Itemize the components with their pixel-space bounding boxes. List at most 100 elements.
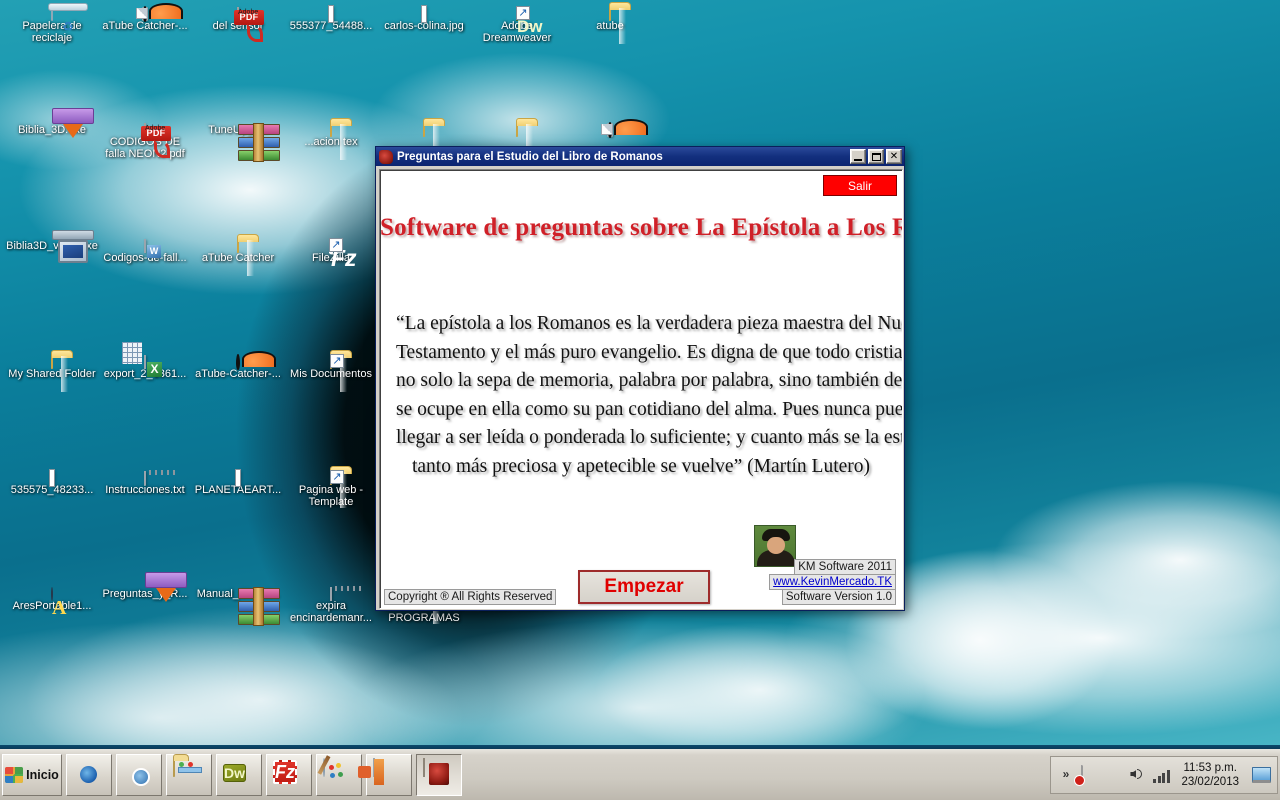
show-hidden-icons-icon[interactable]: »	[1057, 766, 1074, 783]
desktop-icon-manual-chrysl[interactable]: Manual_Chrysl...	[192, 587, 284, 626]
dreamweaver-icon: Dw	[223, 763, 246, 782]
taskbar-button-paint[interactable]	[316, 753, 362, 796]
taskbar-button-filezilla[interactable]: Fz	[266, 753, 312, 796]
taskbar-app-list: Dw Fz	[66, 753, 466, 796]
desktop-icon-instrucciones-txt[interactable]: Instrucciones.txt	[99, 470, 191, 496]
desktop-icon-carlos-colina-jpg[interactable]: carlos-colina.jpg	[378, 6, 470, 32]
clock[interactable]: 11:53 p.m. 23/02/2013	[1177, 761, 1243, 789]
folder-icon	[330, 123, 332, 137]
desktop-icon-preguntas-y-r[interactable]: Preguntas_y_R...	[99, 572, 191, 602]
folder-icon	[330, 354, 344, 369]
quote-text: “La epístola a los Romanos es la verdade…	[396, 310, 903, 481]
clock-time: 11:53 p.m.	[1183, 761, 1237, 774]
image-icon	[50, 470, 54, 486]
desktop-icon-biblia3d-v1-2-exe[interactable]: Biblia3D_v1_2.exe	[6, 230, 98, 263]
preguntas-romanos-icon	[423, 757, 455, 791]
window-title: Preguntas para el Estudio del Libro de R…	[397, 150, 663, 163]
start-quiz-button[interactable]: Empezar	[578, 570, 710, 604]
desktop-icon-pagina-web-template[interactable]: Pagina web - Template	[285, 470, 377, 508]
taskbar-button-explorer[interactable]	[166, 753, 212, 796]
desktop-icon-label: Mis Documentos	[290, 368, 372, 380]
page-title: Software de preguntas sobre La Epístola …	[380, 214, 902, 241]
exit-button[interactable]: Salir	[823, 175, 897, 196]
desktop-icon-adobe-dreamweaver[interactable]: Adobe Dreamweaver	[471, 6, 563, 44]
taskbar-button-dreamweaver[interactable]: Dw	[216, 753, 262, 796]
desktop-icon-filezilla[interactable]: FileZilla	[285, 238, 377, 264]
chrome-icon	[123, 759, 155, 791]
window-controls: ✕	[850, 149, 902, 164]
start-button-label: Inicio	[26, 767, 59, 782]
atube-box-icon	[142, 6, 148, 22]
desktop-icon-expira-encinardemanr[interactable]: expira encinardemanr...	[285, 586, 377, 624]
firefox-icon	[73, 759, 105, 791]
pdf-icon: PDFAdobe	[234, 7, 264, 42]
desktop-icon-atube-catcher[interactable]: aTube Catcher-...	[99, 6, 191, 32]
desktop-icon-planetaeart[interactable]: PLANETAEART...	[192, 470, 284, 496]
desktop-icon-atube[interactable]: atube	[564, 7, 656, 32]
image-icon	[422, 6, 426, 22]
version-label: Software Version 1.0	[781, 589, 896, 605]
desktop-icon-label: Instrucciones.txt	[105, 484, 185, 496]
windows-logo-icon	[5, 766, 24, 783]
desktop-icon-mis-documentos[interactable]: Mis Documentos	[285, 354, 377, 380]
show-desktop-button[interactable]	[1252, 766, 1271, 783]
security-shield-icon[interactable]	[1105, 766, 1122, 783]
desktop-icon-papelera-de-reciclaje[interactable]: ♻ Papelera de reciclaje	[6, 7, 98, 44]
desktop-icon-atube-catcher[interactable]: aTube Catcher	[192, 239, 284, 264]
desktop-icon-535575-48233[interactable]: 535575_48233...	[6, 470, 98, 496]
company-label: KM Software 2011	[794, 559, 896, 575]
website-link[interactable]: www.KevinMercado.TK	[769, 574, 896, 590]
paint-icon	[317, 754, 355, 791]
clock-date: 23/02/2013	[1181, 775, 1239, 788]
folder-icon	[51, 355, 53, 369]
xls-icon: X	[122, 342, 162, 377]
close-button[interactable]: ✕	[886, 149, 902, 164]
desktop-icon-folder[interactable]	[378, 123, 470, 137]
shortcut-overlay-icon	[330, 470, 344, 484]
desktop-icon-export-2-1361[interactable]: Xexport_2_1361...	[99, 342, 191, 380]
desktop-icon-tuneup-f[interactable]: TuneUp_F...	[192, 123, 284, 162]
taskbar: Inicio Dw Fz » 11:53 p.m. 23/02/2013	[0, 745, 1280, 800]
taskbar-button-chrome[interactable]	[116, 753, 162, 796]
filezilla-icon	[329, 238, 343, 254]
minimize-button[interactable]	[850, 149, 866, 164]
wordpad-icon: W	[144, 239, 161, 258]
taskbar-button-firefox[interactable]	[66, 753, 112, 796]
network-signal-icon[interactable]	[1153, 766, 1170, 783]
desktop-icon-label: Codigos-de-fall...	[103, 252, 187, 264]
desktop-icon-label: expira encinardemanr...	[290, 600, 372, 624]
desktop-icon-atube-catcher[interactable]: aTube-Catcher-...	[192, 354, 284, 380]
desktop-icon-atube-box[interactable]	[564, 122, 656, 138]
quote-line: se ocupe en ella como su pan cotidiano d…	[396, 398, 903, 420]
action-center-flag-icon[interactable]	[1081, 765, 1098, 784]
txt-icon	[330, 586, 361, 601]
folder-icon	[609, 7, 611, 21]
desktop-icon-acion-tex[interactable]: ...acion tex	[285, 123, 377, 148]
desktop-icon-label: export_2_1361...	[103, 368, 187, 380]
desktop-icon-555377-54488[interactable]: 555377_54488...	[285, 6, 377, 32]
quote-line: no solo la sepa de memoria, palabra por …	[396, 370, 903, 391]
desktop-icon-my-shared-folder[interactable]: My Shared Folder	[6, 355, 98, 380]
desktop-icon-codigos-de-falla-neon2-pdf[interactable]: PDFAdobeCODIGOS DE falla NEON2.pdf	[99, 123, 191, 160]
desktop-icon-label: My Shared Folder	[8, 368, 96, 380]
taskbar-button-powerpoint[interactable]	[358, 753, 412, 796]
desktop-icon-codigos-de-fall[interactable]: W Codigos-de-fall...	[99, 239, 191, 264]
quote-line: “La epístola a los Romanos es la verdade…	[396, 313, 903, 334]
desktop-icon-label: Preguntas_y_R...	[102, 588, 188, 600]
quote-line: Testamento y el más puro evangelio. Es d…	[396, 341, 903, 363]
volume-icon[interactable]	[1129, 766, 1146, 783]
ares-icon	[51, 587, 53, 601]
taskbar-button-preguntas-romanos[interactable]	[416, 753, 462, 796]
txt-icon	[144, 470, 175, 485]
window-client-area: Salir Software de preguntas sobre La Epí…	[379, 169, 903, 609]
window-titlebar[interactable]: Preguntas para el Estudio del Libro de R…	[376, 147, 904, 166]
app-icon	[379, 149, 393, 164]
desktop-icon-aresportable1[interactable]: AresPortable1...	[6, 587, 98, 612]
desktop-icon-del-sensor[interactable]: PDFAdobedel sensor	[192, 7, 284, 42]
maximize-button[interactable]	[868, 149, 884, 164]
desktop-icon-biblia-3d-exe[interactable]: Biblia_3D.exe	[6, 108, 98, 138]
folder-icon	[330, 470, 344, 485]
desktop-icon-folder[interactable]	[471, 123, 563, 137]
start-button[interactable]: Inicio	[2, 753, 62, 796]
application-window[interactable]: Preguntas para el Estudio del Libro de R…	[375, 146, 905, 611]
